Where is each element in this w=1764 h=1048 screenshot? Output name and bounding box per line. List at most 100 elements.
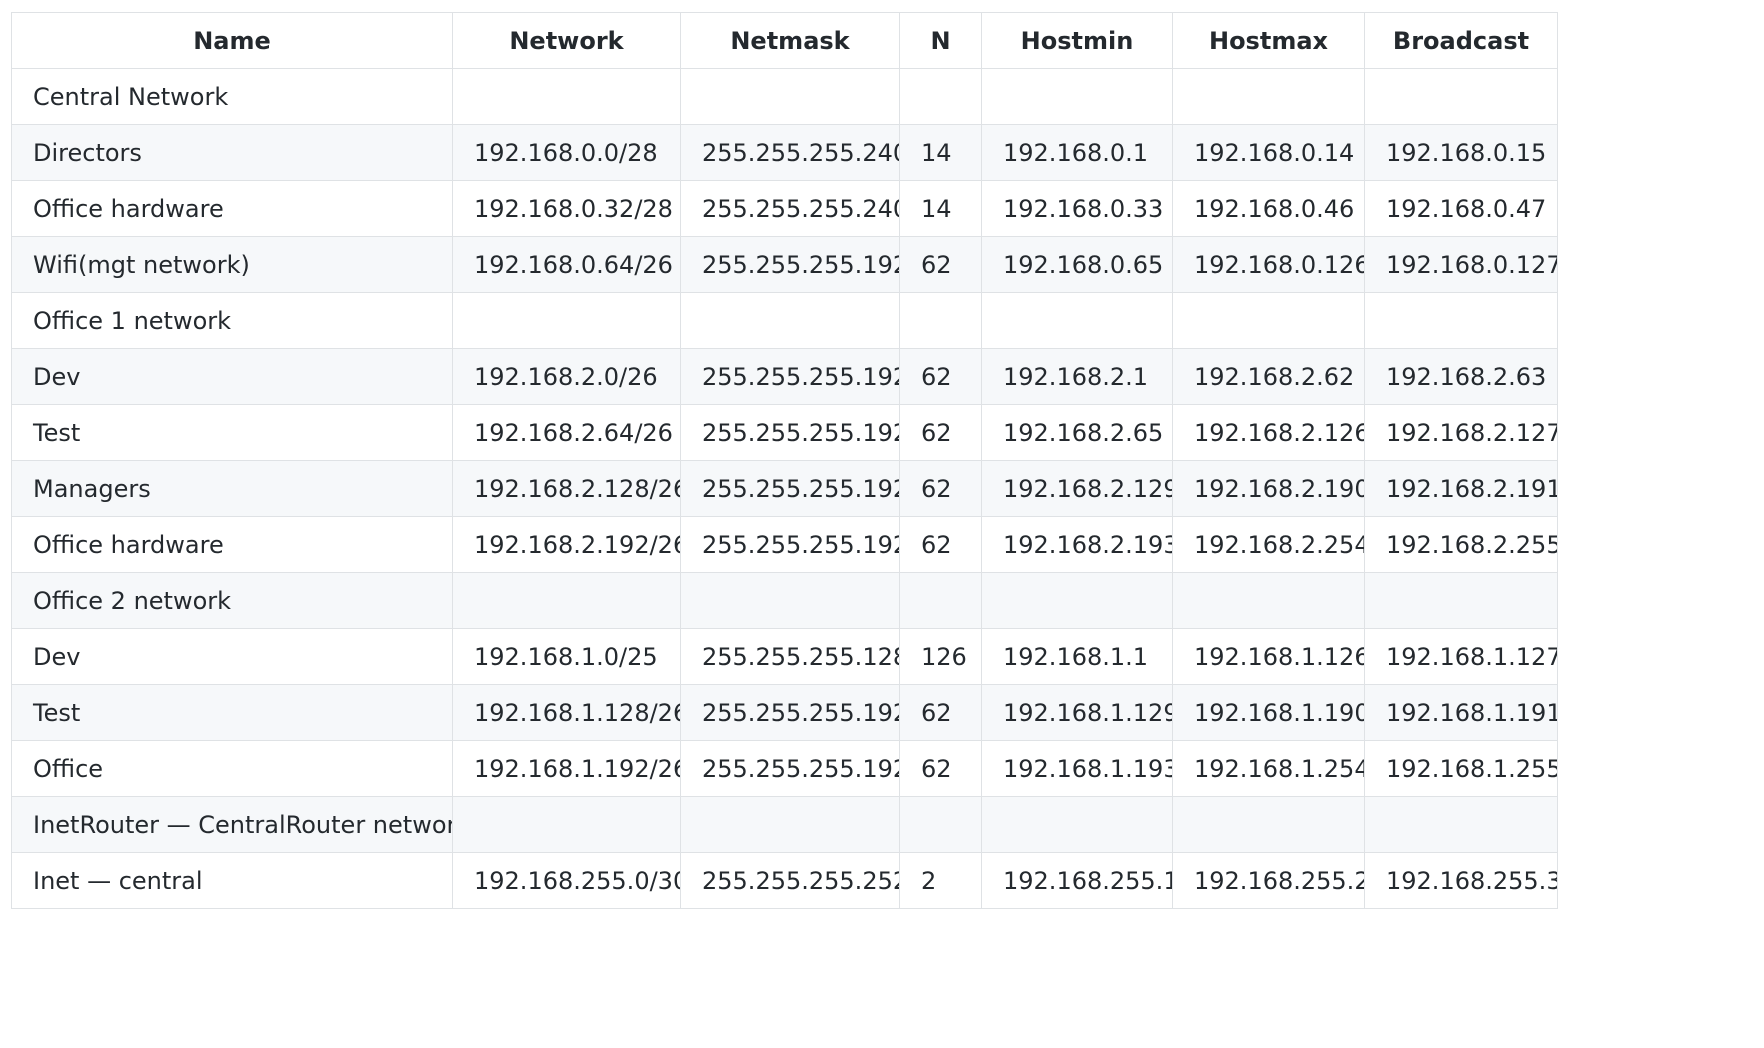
cell-hostmax: [1172, 572, 1365, 629]
cell-n: [899, 572, 982, 629]
cell-network: 192.168.255.0/30: [452, 852, 681, 909]
cell-netmask: 255.255.255.252: [680, 852, 900, 909]
cell-broadcast: 192.168.0.15: [1364, 124, 1558, 181]
cell-hostmin: 192.168.2.129: [981, 460, 1173, 517]
table-row: Inet — central 192.168.255.0/30 255.255.25…: [11, 852, 1558, 909]
cell-hostmin: 192.168.0.65: [981, 236, 1173, 293]
cell-hostmin: 192.168.255.1: [981, 852, 1173, 909]
header-netmask: Netmask: [680, 12, 900, 69]
table-row: Office hardware 192.168.2.192/26 255.255.2…: [11, 516, 1558, 573]
cell-netmask: 255.255.255.192: [680, 684, 900, 741]
cell-network: [452, 796, 681, 853]
cell-netmask: [680, 68, 900, 125]
cell-broadcast: 192.168.2.255: [1364, 516, 1558, 573]
cell-network: [452, 292, 681, 349]
cell-network: 192.168.2.0/26: [452, 348, 681, 405]
cell-hostmax: [1172, 68, 1365, 125]
cell-netmask: 255.255.255.192: [680, 460, 900, 517]
cell-name: Test: [11, 404, 453, 461]
cell-network: 192.168.1.0/25: [452, 628, 681, 685]
cell-hostmax: 192.168.2.254: [1172, 516, 1365, 573]
cell-n: 126: [899, 628, 982, 685]
cell-netmask: 255.255.255.192: [680, 236, 900, 293]
cell-hostmin: 192.168.1.193: [981, 740, 1173, 797]
cell-broadcast: 192.168.2.127: [1364, 404, 1558, 461]
cell-hostmin: 192.168.0.33: [981, 180, 1173, 237]
cell-broadcast: 192.168.1.191: [1364, 684, 1558, 741]
cell-n: [899, 292, 982, 349]
cell-n: 14: [899, 180, 982, 237]
cell-netmask: 255.255.255.240: [680, 124, 900, 181]
cell-n: 62: [899, 684, 982, 741]
cell-n: [899, 796, 982, 853]
table-row: Directors 192.168.0.0/28 255.255.255.240 14…: [11, 124, 1558, 181]
table-body: Central Network Directors 192.168.0.0/28 25…: [11, 68, 1558, 909]
cell-netmask: 255.255.255.192: [680, 740, 900, 797]
cell-broadcast: [1364, 292, 1558, 349]
cell-hostmax: 192.168.1.254: [1172, 740, 1365, 797]
table-container: Name Network Netmask N Hostmin Hostmax B…: [11, 12, 1558, 909]
cell-broadcast: [1364, 572, 1558, 629]
cell-broadcast: 192.168.0.127: [1364, 236, 1558, 293]
cell-n: [899, 68, 982, 125]
cell-broadcast: [1364, 68, 1558, 125]
cell-hostmin: 192.168.2.193: [981, 516, 1173, 573]
cell-name: InetRouter — CentralRouter network: [11, 796, 453, 853]
table-header: Name Network Netmask N Hostmin Hostmax B…: [11, 12, 1558, 69]
cell-netmask: 255.255.255.192: [680, 404, 900, 461]
header-hostmin: Hostmin: [981, 12, 1173, 69]
cell-name: Office hardware: [11, 516, 453, 573]
cell-network: 192.168.2.128/26: [452, 460, 681, 517]
header-broadcast: Broadcast: [1364, 12, 1558, 69]
header-hostmax: Hostmax: [1172, 12, 1365, 69]
cell-hostmin: 192.168.2.1: [981, 348, 1173, 405]
cell-broadcast: [1364, 796, 1558, 853]
cell-name: Directors: [11, 124, 453, 181]
cell-hostmin: [981, 292, 1173, 349]
cell-hostmin: 192.168.2.65: [981, 404, 1173, 461]
table-row: Office 1 network: [11, 292, 1558, 349]
cell-hostmin: 192.168.1.1: [981, 628, 1173, 685]
header-network: Network: [452, 12, 681, 69]
cell-n: 14: [899, 124, 982, 181]
cell-network: [452, 68, 681, 125]
cell-hostmin: 192.168.0.1: [981, 124, 1173, 181]
cell-name: Dev: [11, 348, 453, 405]
cell-name: Central Network: [11, 68, 453, 125]
cell-netmask: 255.255.255.128: [680, 628, 900, 685]
table-row: Office 192.168.1.192/26 255.255.255.192 62 1…: [11, 740, 1558, 797]
cell-hostmax: [1172, 796, 1365, 853]
cell-broadcast: 192.168.2.191: [1364, 460, 1558, 517]
cell-n: 62: [899, 236, 982, 293]
cell-name: Test: [11, 684, 453, 741]
cell-network: 192.168.2.64/26: [452, 404, 681, 461]
cell-name: Managers: [11, 460, 453, 517]
cell-network: 192.168.0.32/28: [452, 180, 681, 237]
cell-broadcast: 192.168.0.47: [1364, 180, 1558, 237]
cell-broadcast: 192.168.255.3: [1364, 852, 1558, 909]
cell-network: [452, 572, 681, 629]
cell-hostmax: 192.168.0.126: [1172, 236, 1365, 293]
cell-netmask: [680, 292, 900, 349]
cell-name: Wifi(mgt network): [11, 236, 453, 293]
cell-hostmax: [1172, 292, 1365, 349]
cell-network: 192.168.2.192/26: [452, 516, 681, 573]
table-row: InetRouter — CentralRouter network: [11, 796, 1558, 853]
cell-broadcast: 192.168.1.255: [1364, 740, 1558, 797]
cell-netmask: [680, 572, 900, 629]
cell-broadcast: 192.168.2.63: [1364, 348, 1558, 405]
table-row: Central Network: [11, 68, 1558, 125]
cell-n: 62: [899, 404, 982, 461]
cell-network: 192.168.0.0/28: [452, 124, 681, 181]
cell-netmask: 255.255.255.192: [680, 516, 900, 573]
table-row: Dev 192.168.1.0/25 255.255.255.128 126 192.1…: [11, 628, 1558, 685]
cell-name: Office 1 network: [11, 292, 453, 349]
cell-hostmin: [981, 796, 1173, 853]
header-n: N: [899, 12, 982, 69]
cell-network: 192.168.1.128/26: [452, 684, 681, 741]
cell-hostmax: 192.168.0.46: [1172, 180, 1365, 237]
cell-name: Dev: [11, 628, 453, 685]
cell-n: 62: [899, 516, 982, 573]
cell-broadcast: 192.168.1.127: [1364, 628, 1558, 685]
cell-netmask: 255.255.255.192: [680, 348, 900, 405]
